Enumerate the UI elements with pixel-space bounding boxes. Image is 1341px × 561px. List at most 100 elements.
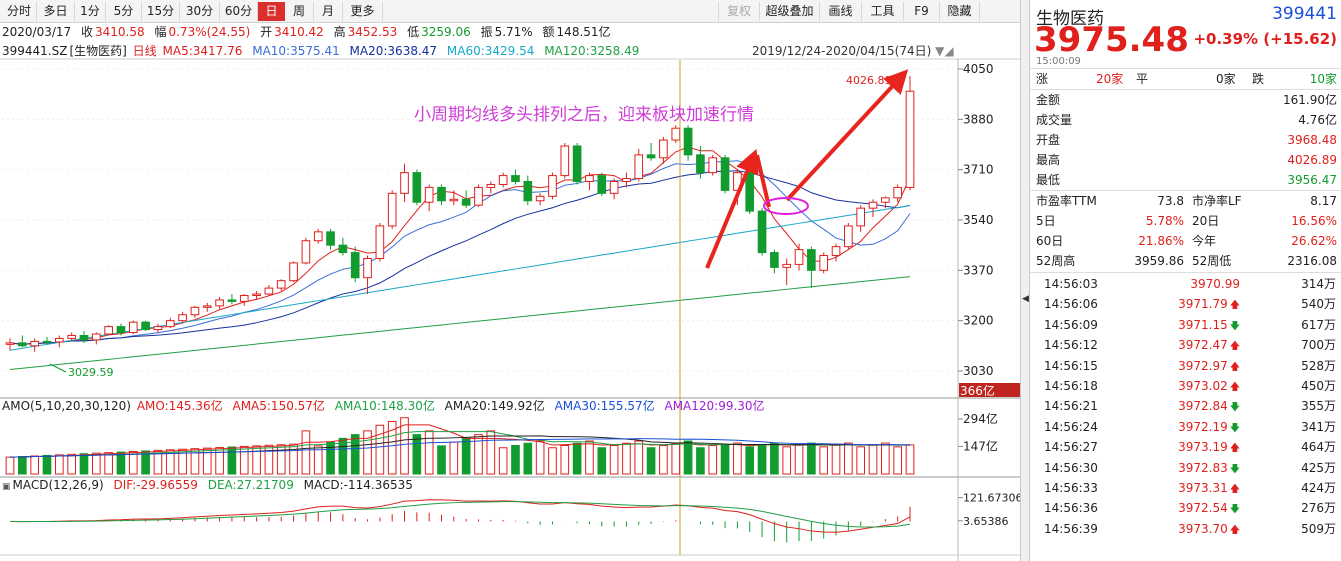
tick-price-text: 3972.19: [1178, 419, 1228, 434]
down-arrow-icon: 🡇: [1229, 320, 1240, 332]
tick-price-text: 3971.15: [1178, 317, 1228, 332]
volume-bar: [659, 445, 668, 475]
val-label-2: 今年: [1192, 234, 1217, 248]
volume-bar: [91, 452, 101, 475]
candle-body: [794, 249, 804, 265]
stat-row: 最高 4026.89: [1036, 150, 1337, 170]
volume-bar: [844, 442, 853, 475]
up-arrow-icon: 🡅: [1229, 484, 1240, 495]
tick-price-text: 3972.54: [1178, 501, 1228, 516]
valuation-row: 52周高 3959.86 52周低 2316.08: [1036, 251, 1337, 271]
ama10-value: AMA10:148.30亿: [334, 399, 435, 413]
up-count: 20家: [1096, 72, 1124, 86]
volume-bar: [486, 430, 496, 475]
down-arrow-icon: 🡇: [1229, 402, 1240, 414]
tick-row: 14:56:36 3972.54 🡇 276万: [1044, 499, 1336, 519]
tick-price: 3970.99: [1140, 275, 1240, 295]
tick-time: 14:56:30: [1044, 460, 1098, 475]
candle-body: [708, 157, 718, 174]
up-arrow-icon: 🡅: [1229, 524, 1240, 536]
volume-bar: [128, 451, 138, 475]
tick-volume: 341万: [1301, 419, 1336, 434]
quote-code: 399441: [1272, 4, 1337, 24]
candle-body: [116, 326, 126, 334]
tick-price-text: 3972.47: [1178, 338, 1228, 353]
y-tick-label: 4050: [963, 62, 994, 76]
candle-body: [54, 337, 64, 343]
cursor-amount: 366亿: [960, 383, 995, 398]
volume-bar: [54, 454, 64, 475]
volume-bar: [745, 446, 755, 475]
tick-row: 14:56:33 3973.31 🡅 424万: [1044, 479, 1336, 499]
max-price-label: 4026.89: [846, 74, 892, 87]
tick-row: 14:56:39 3973.70 🡅 509万: [1044, 520, 1336, 540]
panel-divider[interactable]: ◀: [1020, 0, 1029, 561]
y-tick-label: 3710: [963, 163, 994, 177]
candle-body: [807, 249, 816, 271]
val-value-2: 16.56%: [1291, 214, 1337, 228]
tick-price-text: 3973.02: [1178, 379, 1228, 393]
up-arrow-icon: 🡅: [1229, 361, 1240, 373]
candle-body: [597, 175, 607, 194]
tick-volume: 276万: [1301, 501, 1336, 516]
volume-bar: [424, 430, 434, 475]
valuation-row: 市盈率TTM 73.8 市净率LF 8.17: [1036, 191, 1337, 211]
tick-row: 14:56:30 3972.83 🡇 425万: [1044, 459, 1336, 479]
y-tick-label: 3880: [963, 112, 994, 126]
candle-body: [42, 340, 52, 343]
val-value: 3959.86: [1134, 254, 1184, 268]
volume-bar: [856, 446, 866, 475]
amo-tick-label: 147亿: [963, 438, 998, 453]
candle-body: [881, 197, 890, 203]
candle-body: [782, 263, 792, 268]
macd-title: MACD(12,26,9): [12, 478, 104, 492]
tick-volume: 450万: [1301, 379, 1336, 393]
candle-body: [5, 342, 15, 345]
tick-price-text: 3973.31: [1178, 481, 1228, 495]
volume-bar: [807, 442, 816, 475]
macd-legend: ▣ MACD(12,26,9) DIF:-29.96559 DEA:27.2170…: [2, 477, 419, 496]
stat-row: 最低 3956.47: [1036, 170, 1337, 190]
tick-row: 14:56:03 3970.99 314万: [1044, 275, 1336, 295]
quote-panel: 生物医药 399441 3975.48 +0.39% (+15.62) 15:0…: [1029, 0, 1341, 561]
stat-label: 开盘: [1036, 133, 1061, 147]
tick-row: 14:56:21 3972.84 🡇 355万: [1044, 397, 1336, 417]
tick-price-text: 3973.70: [1178, 521, 1228, 536]
amo-value: AMO:145.36亿: [136, 399, 223, 413]
volume-bar: [437, 445, 446, 475]
collapse-arrow-icon[interactable]: ◀: [1022, 294, 1029, 304]
stat-label: 金额: [1036, 93, 1061, 107]
val-label-2: 市净率LF: [1192, 194, 1242, 208]
tick-time: 14:56:36: [1044, 501, 1098, 516]
tick-price-text: 3972.83: [1178, 460, 1228, 475]
volume-bar: [498, 447, 508, 475]
val-value-2: 2316.08: [1287, 254, 1337, 268]
macd-icon[interactable]: ▣: [2, 482, 11, 492]
candle-body: [128, 321, 138, 334]
tick-price: 3972.47 🡅: [1140, 336, 1240, 357]
up-arrow-icon: 🡅: [1229, 341, 1240, 353]
candle-body: [523, 181, 533, 202]
stat-row: 开盘 3968.48: [1036, 130, 1337, 150]
amo-legend: AMO(5,10,20,30,120) AMO:145.36亿 AMA5:150…: [2, 398, 771, 415]
down-count: 10家: [1309, 72, 1337, 86]
candle-body: [745, 172, 755, 212]
val-value: 73.8: [1157, 194, 1184, 208]
candle-body: [720, 157, 730, 191]
candle-body: [79, 334, 89, 341]
stat-value: 4.76亿: [1298, 113, 1337, 127]
candle-body: [91, 333, 101, 341]
candle-body: [424, 186, 434, 203]
tick-price: 3973.70 🡅: [1140, 520, 1240, 541]
candle-body: [461, 198, 471, 206]
candle-body: [905, 90, 915, 188]
volume-bar: [881, 442, 890, 475]
candle-body: [215, 299, 224, 307]
volume-bar: [5, 456, 15, 475]
dea-line: [9, 501, 911, 528]
candle-body: [301, 240, 311, 264]
candle-body: [856, 207, 866, 227]
volume-bar: [412, 434, 422, 475]
candle-body: [350, 252, 360, 279]
volume-bar: [18, 456, 27, 475]
